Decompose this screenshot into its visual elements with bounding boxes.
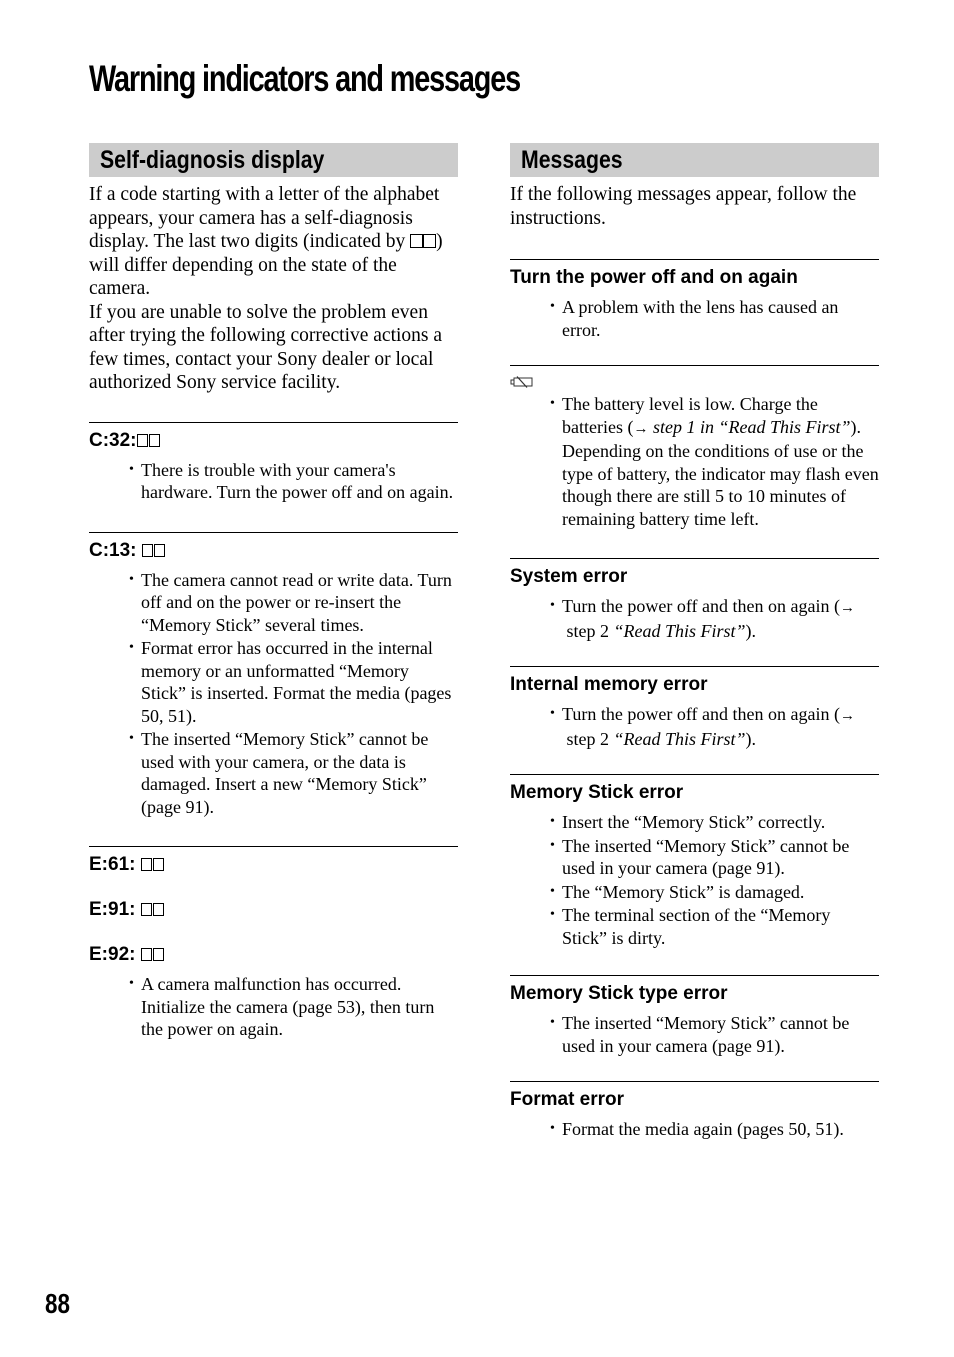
intro-text: If a code starting with a letter of the … <box>89 184 440 252</box>
error-code-e91: E:91: <box>89 899 458 921</box>
message-heading: Turn the power off and on again <box>510 267 798 288</box>
list-item: The inserted “Memory Stick” cannot be us… <box>129 728 458 818</box>
error-code-c13: C:13: <box>89 540 458 562</box>
list-item: Insert the “Memory Stick” correctly. <box>550 811 879 834</box>
divider <box>510 365 879 366</box>
intro-text: If you are unable to solve the problem e… <box>89 301 443 394</box>
code-label: C:32: <box>89 429 137 451</box>
arrow-right-icon: → <box>839 600 855 616</box>
reference-text: step 1 in “Read This First” <box>648 416 851 437</box>
error-code-e92: E:92: <box>89 944 458 966</box>
list-item: The “Memory Stick” is damaged. <box>550 881 879 904</box>
divider <box>510 774 879 775</box>
digit-placeholder-icon <box>152 858 164 871</box>
digit-placeholder-icon <box>140 948 152 961</box>
message-heading: Memory Stick type error <box>510 983 728 1004</box>
list-item: Turn the power off and then on again (→ … <box>550 703 879 750</box>
page-title: Warning indicators and messages <box>89 57 521 99</box>
text: Turn the power off and then on again ( <box>562 704 840 724</box>
bullet-list: Turn the power off and then on again (→ … <box>510 595 879 642</box>
digit-placeholder-icon <box>423 234 437 248</box>
list-item: Format the media again (pages 50, 51). <box>550 1118 879 1141</box>
divider <box>510 259 879 260</box>
battery-low-icon-svg <box>510 376 533 388</box>
message-heading: Memory Stick error <box>510 782 684 803</box>
error-code-e61: E:61: <box>89 854 458 876</box>
code-label: E:61: <box>89 854 141 875</box>
message-heading: System error <box>510 566 628 587</box>
self-diagnosis-section: Self-diagnosis display If a code startin… <box>89 143 458 1042</box>
divider <box>89 421 458 423</box>
section-title: Messages <box>521 146 623 174</box>
text: ). <box>745 728 757 749</box>
reference-text: “Read This First” <box>613 620 746 641</box>
list-item: There is trouble with your camera's hard… <box>129 459 458 504</box>
message-heading: Internal memory error <box>510 674 708 695</box>
code-label: E:92: <box>89 944 141 965</box>
divider <box>510 666 879 667</box>
text: Turn the power off and then on again ( <box>562 596 840 616</box>
list-item: The battery level is low. Charge the bat… <box>550 393 879 530</box>
bullet-list: A problem with the lens has caused an er… <box>510 296 879 341</box>
bullet-list: There is trouble with your camera's hard… <box>89 459 458 504</box>
list-item: A problem with the lens has caused an er… <box>550 296 879 341</box>
text: ). <box>745 620 757 641</box>
message-heading: Format error <box>510 1089 625 1110</box>
messages-section: Messages If the following messages appea… <box>510 143 879 1142</box>
messages-intro: If the following messages appear, follow… <box>510 184 857 229</box>
self-diagnosis-intro: If a code starting with a letter of the … <box>89 183 458 395</box>
list-item: The terminal section of the “Memory Stic… <box>550 904 879 949</box>
error-code-c32: C:32: <box>89 430 458 452</box>
digit-placeholder-icon <box>410 234 424 248</box>
bullet-list: Format the media again (pages 50, 51). <box>510 1118 879 1141</box>
digit-placeholder-icon <box>141 543 153 557</box>
bullet-list: Insert the “Memory Stick” correctly. The… <box>510 811 879 949</box>
list-item: Format error has occurred in the interna… <box>129 637 458 727</box>
divider <box>510 1081 879 1082</box>
digit-placeholder-icon <box>152 903 164 916</box>
divider <box>510 558 879 559</box>
text: step 2 <box>562 728 614 749</box>
battery-low-icon <box>510 375 879 388</box>
bullet-list: Turn the power off and then on again (→ … <box>510 703 879 750</box>
digit-placeholder-icon <box>140 903 152 916</box>
text: step 2 <box>562 620 614 641</box>
code-label: E:91: <box>89 899 141 920</box>
list-item: The inserted “Memory Stick” cannot be us… <box>550 835 879 880</box>
digit-placeholder-icon <box>140 858 152 871</box>
code-label: C:13: <box>89 539 142 561</box>
divider <box>510 975 879 976</box>
bullet-list: The camera cannot read or write data. Tu… <box>89 569 458 819</box>
list-item: The inserted “Memory Stick” cannot be us… <box>550 1012 879 1057</box>
section-header-messages: Messages <box>510 143 879 177</box>
arrow-right-icon: → <box>633 420 649 437</box>
bullet-list: The battery level is low. Charge the bat… <box>510 393 879 530</box>
digit-placeholder-icon <box>152 948 164 961</box>
digit-placeholder-icon <box>136 433 148 447</box>
bullet-list: A camera malfunction has occurred. Initi… <box>89 973 458 1041</box>
reference-text: “Read This First” <box>613 728 746 749</box>
divider <box>89 846 458 847</box>
digit-placeholder-icon <box>148 433 160 447</box>
digit-placeholder-icon <box>153 543 165 557</box>
arrow-right-icon: → <box>839 708 855 724</box>
bullet-list: The inserted “Memory Stick” cannot be us… <box>510 1012 879 1057</box>
list-item: Turn the power off and then on again (→ … <box>550 595 879 642</box>
page-number: 88 <box>45 1288 70 1319</box>
divider <box>89 531 458 533</box>
list-item: A camera malfunction has occurred. Initi… <box>129 973 458 1041</box>
section-title: Self-diagnosis display <box>100 146 325 174</box>
list-item: The camera cannot read or write data. Tu… <box>129 569 458 637</box>
section-header-self-diagnosis: Self-diagnosis display <box>89 143 458 177</box>
